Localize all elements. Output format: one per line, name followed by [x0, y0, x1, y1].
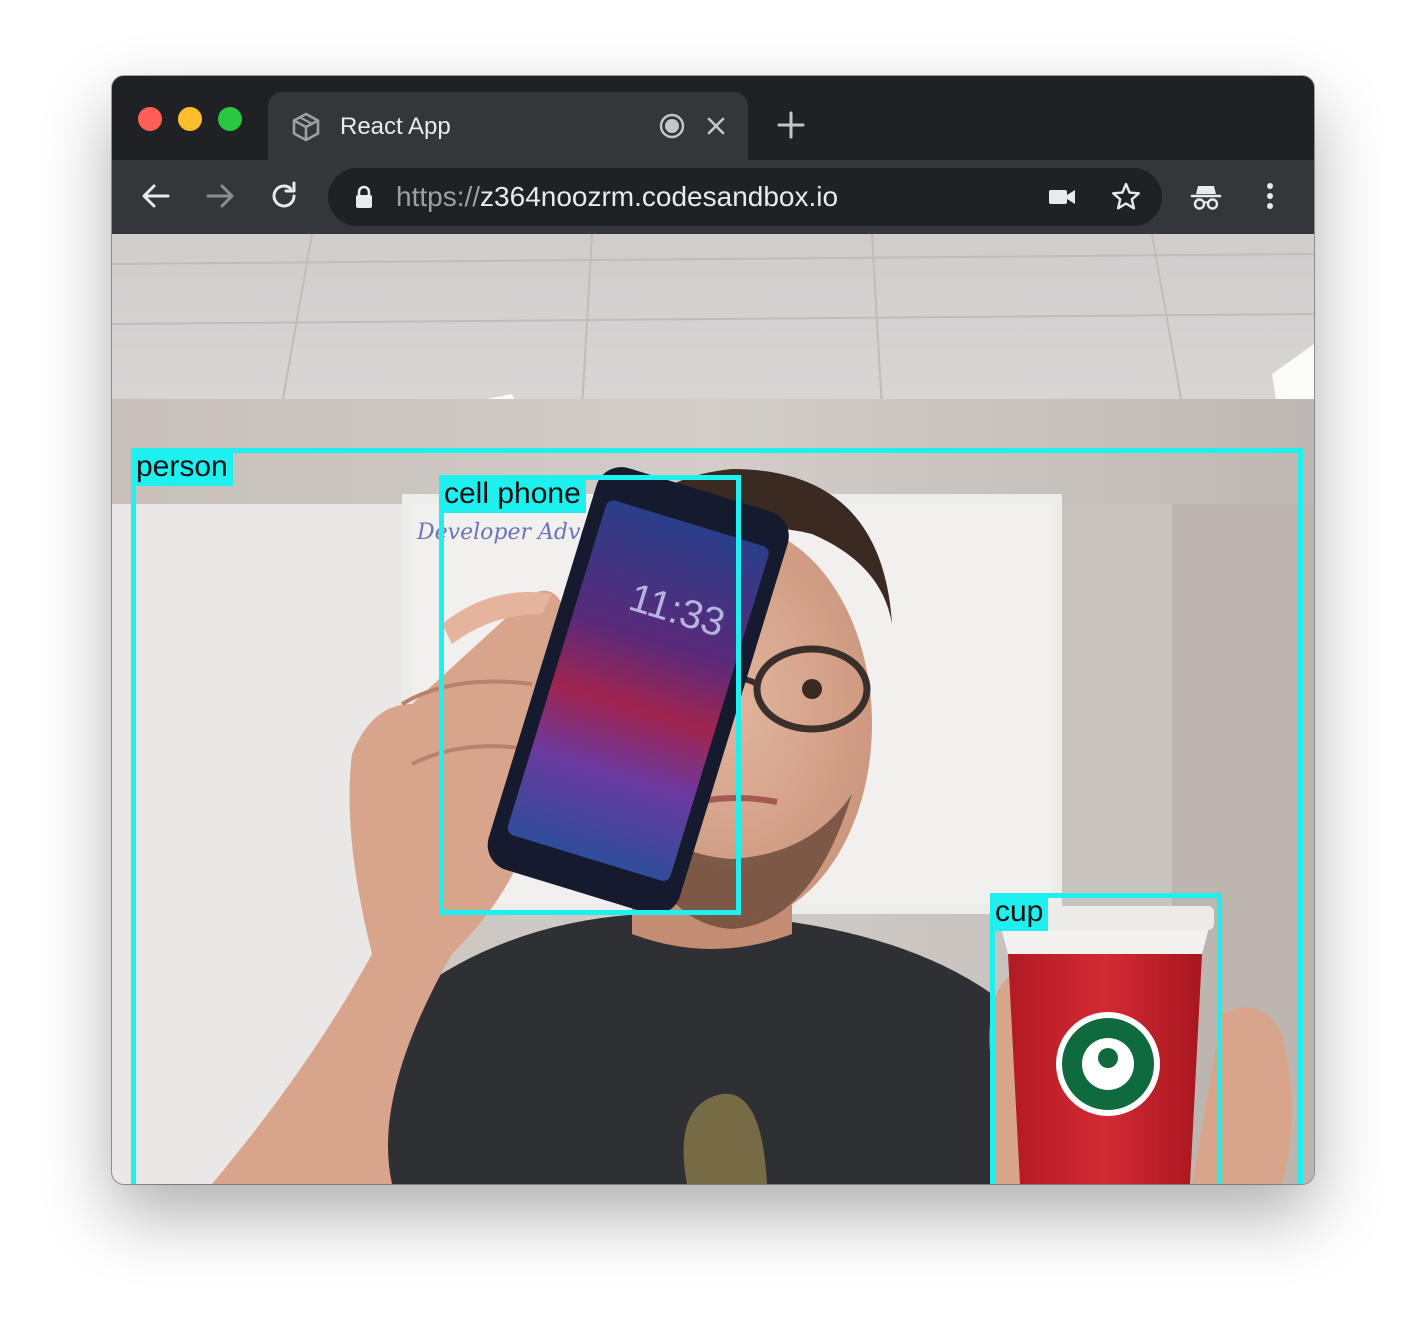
window-minimize-button[interactable]: [178, 107, 202, 131]
tab-close-icon[interactable]: [702, 112, 730, 140]
camera-in-use-icon[interactable]: [1046, 181, 1078, 213]
bookmark-star-icon[interactable]: [1110, 181, 1142, 213]
reload-icon[interactable]: [266, 178, 302, 214]
more-menu-icon[interactable]: [1252, 178, 1288, 214]
window-maximize-button[interactable]: [218, 107, 242, 131]
detection-label-person: person: [131, 448, 233, 486]
page-viewport: Developer Advocates 11:33 person cell ph…: [112, 234, 1314, 1184]
address-bar[interactable]: https://z364noozrm.codesandbox.io: [328, 168, 1162, 226]
new-tab-plus-icon[interactable]: [776, 110, 806, 140]
recording-indicator-icon: [659, 113, 685, 139]
detection-box-cell-phone: cell phone: [439, 475, 741, 915]
lock-icon: [356, 185, 372, 208]
back-arrow-icon[interactable]: [138, 178, 174, 214]
tab-react-app[interactable]: React App: [268, 92, 748, 162]
tab-title: React App: [340, 113, 451, 140]
incognito-icon[interactable]: [1188, 178, 1224, 214]
codesandbox-cube-icon: [292, 112, 320, 142]
detection-box-cup: cup: [990, 893, 1222, 1184]
window-close-button[interactable]: [138, 107, 162, 131]
browser-toolbar: https://z364noozrm.codesandbox.io: [112, 160, 1314, 234]
browser-window: React App https://z364noozrm.codesandbox…: [112, 76, 1314, 1184]
detection-label-cell-phone: cell phone: [439, 475, 586, 513]
detection-label-cup: cup: [990, 893, 1049, 931]
url-text: https://z364noozrm.codesandbox.io: [396, 181, 839, 212]
forward-arrow-icon[interactable]: [202, 178, 238, 214]
tab-strip: React App: [112, 76, 1314, 162]
